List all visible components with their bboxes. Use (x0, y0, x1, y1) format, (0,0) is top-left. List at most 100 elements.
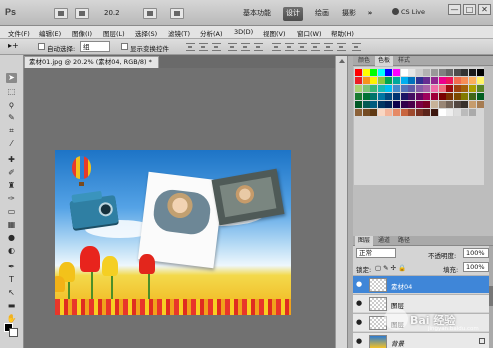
color-swatch[interactable] (362, 109, 370, 116)
path-selection-tool-icon[interactable]: ↖ (6, 288, 17, 298)
color-swatch[interactable] (400, 109, 408, 116)
color-swatch[interactable] (469, 69, 476, 76)
minimize-button[interactable]: — (448, 4, 461, 15)
color-swatch[interactable] (431, 109, 438, 116)
color-swatch[interactable] (362, 101, 370, 108)
color-swatch[interactable] (355, 69, 362, 76)
color-swatch[interactable] (408, 109, 416, 116)
color-swatch[interactable] (431, 77, 438, 84)
color-swatch[interactable] (400, 93, 408, 100)
shape-tool-icon[interactable]: ▬ (6, 301, 17, 311)
crop-tool-icon[interactable]: ⌗ (6, 126, 17, 136)
color-swatch[interactable] (415, 93, 423, 100)
color-swatch[interactable] (370, 109, 378, 116)
color-swatch[interactable] (355, 101, 362, 108)
show-transform-checkbox[interactable] (121, 43, 128, 50)
color-swatch[interactable] (393, 69, 400, 76)
color-swatch[interactable] (461, 101, 469, 108)
color-swatch[interactable] (393, 93, 400, 100)
color-swatch[interactable] (453, 77, 461, 84)
align-left-icon[interactable] (228, 43, 237, 51)
color-swatch[interactable] (476, 85, 484, 92)
menu-layer[interactable]: 图层(L) (103, 28, 125, 38)
workspace-design-button[interactable]: 设计 (283, 7, 303, 21)
color-swatch[interactable] (400, 85, 408, 92)
dodge-tool-icon[interactable]: ◐ (6, 246, 17, 256)
auto-select-checkbox[interactable] (38, 43, 45, 50)
auto-align-layers-icon[interactable] (352, 43, 361, 51)
color-swatch[interactable] (400, 77, 408, 84)
blur-tool-icon[interactable]: ● (6, 233, 17, 243)
align-top-icon[interactable] (186, 43, 195, 51)
lock-icons[interactable]: ▢✎✢🔒 (375, 264, 408, 272)
color-swatch[interactable] (415, 101, 423, 108)
color-swatch[interactable] (453, 109, 461, 116)
tab-color[interactable]: 颜色 (355, 56, 373, 66)
color-swatch[interactable] (438, 85, 446, 92)
move-tool-preset-icon[interactable]: ▸+ (8, 41, 19, 50)
menu-filter[interactable]: 滤镜(T) (168, 28, 190, 38)
eye-icon[interactable]: ● (356, 319, 364, 326)
color-swatch[interactable] (476, 101, 484, 108)
menu-edit[interactable]: 编辑(E) (39, 28, 61, 38)
tab-paths[interactable]: 路径 (395, 236, 413, 246)
workspace-photography-button[interactable]: 摄影 (339, 7, 359, 21)
color-swatch[interactable] (355, 109, 362, 116)
distribute-right-icon[interactable] (337, 43, 346, 51)
view-extras-button[interactable] (75, 8, 89, 19)
color-swatch[interactable] (393, 101, 400, 108)
color-swatch[interactable] (385, 93, 393, 100)
color-swatch[interactable] (362, 69, 370, 76)
clone-stamp-tool-icon[interactable]: ♜ (6, 181, 17, 191)
arrange-documents-button[interactable] (143, 8, 157, 19)
layer-row[interactable]: ● 素材04 (353, 275, 489, 293)
menu-analysis[interactable]: 分析(A) (200, 28, 223, 38)
document-tab[interactable]: 素材01.jpg @ 20.2% (素材04, RGB/8) * × (24, 56, 159, 68)
menu-select[interactable]: 选择(S) (135, 28, 157, 38)
color-swatch[interactable] (423, 93, 431, 100)
document-canvas[interactable] (55, 150, 291, 315)
eyedropper-tool-icon[interactable]: ⁄ (6, 139, 17, 149)
align-vertical-center-icon[interactable] (199, 43, 208, 51)
color-swatch[interactable] (461, 109, 469, 116)
color-swatch[interactable] (415, 85, 423, 92)
color-swatch[interactable] (377, 69, 385, 76)
color-swatch[interactable] (476, 69, 484, 76)
distribute-left-icon[interactable] (311, 43, 320, 51)
color-swatch[interactable] (469, 85, 476, 92)
eye-icon[interactable]: ● (356, 300, 364, 307)
distribute-center-icon[interactable] (285, 43, 294, 51)
color-swatch[interactable] (438, 109, 446, 116)
color-swatch[interactable] (400, 101, 408, 108)
color-swatch[interactable] (438, 101, 446, 108)
color-swatch[interactable] (362, 77, 370, 84)
screen-mode-button[interactable] (170, 8, 184, 19)
color-swatch[interactable] (446, 69, 454, 76)
color-swatch[interactable] (385, 77, 393, 84)
color-swatch[interactable] (377, 101, 385, 108)
color-swatch[interactable] (461, 85, 469, 92)
launch-bridge-button[interactable] (54, 8, 68, 19)
color-swatch[interactable] (453, 85, 461, 92)
opacity-field[interactable]: 100% (463, 248, 489, 258)
color-swatch[interactable] (431, 85, 438, 92)
color-swatch[interactable] (362, 93, 370, 100)
color-swatch[interactable] (370, 85, 378, 92)
pen-tool-icon[interactable]: ✒ (6, 262, 17, 272)
color-swatch[interactable] (453, 93, 461, 100)
color-swatch[interactable] (476, 93, 484, 100)
tab-swatches[interactable]: 色板 (375, 56, 394, 66)
color-swatch[interactable] (385, 69, 393, 76)
color-swatch[interactable] (408, 69, 416, 76)
color-swatch[interactable] (377, 109, 385, 116)
document-tab-close[interactable]: × (158, 58, 159, 66)
distribute-bottom-icon[interactable] (298, 43, 307, 51)
move-tool-icon[interactable]: ➤ (6, 73, 17, 83)
color-swatch[interactable] (393, 77, 400, 84)
eye-icon[interactable]: ● (356, 338, 364, 345)
menu-help[interactable]: 帮助(H) (331, 28, 354, 38)
fill-field[interactable]: 100% (463, 262, 489, 272)
color-swatch[interactable] (446, 85, 454, 92)
color-swatch[interactable] (461, 69, 469, 76)
quick-selection-tool-icon[interactable]: ✎ (6, 113, 17, 123)
